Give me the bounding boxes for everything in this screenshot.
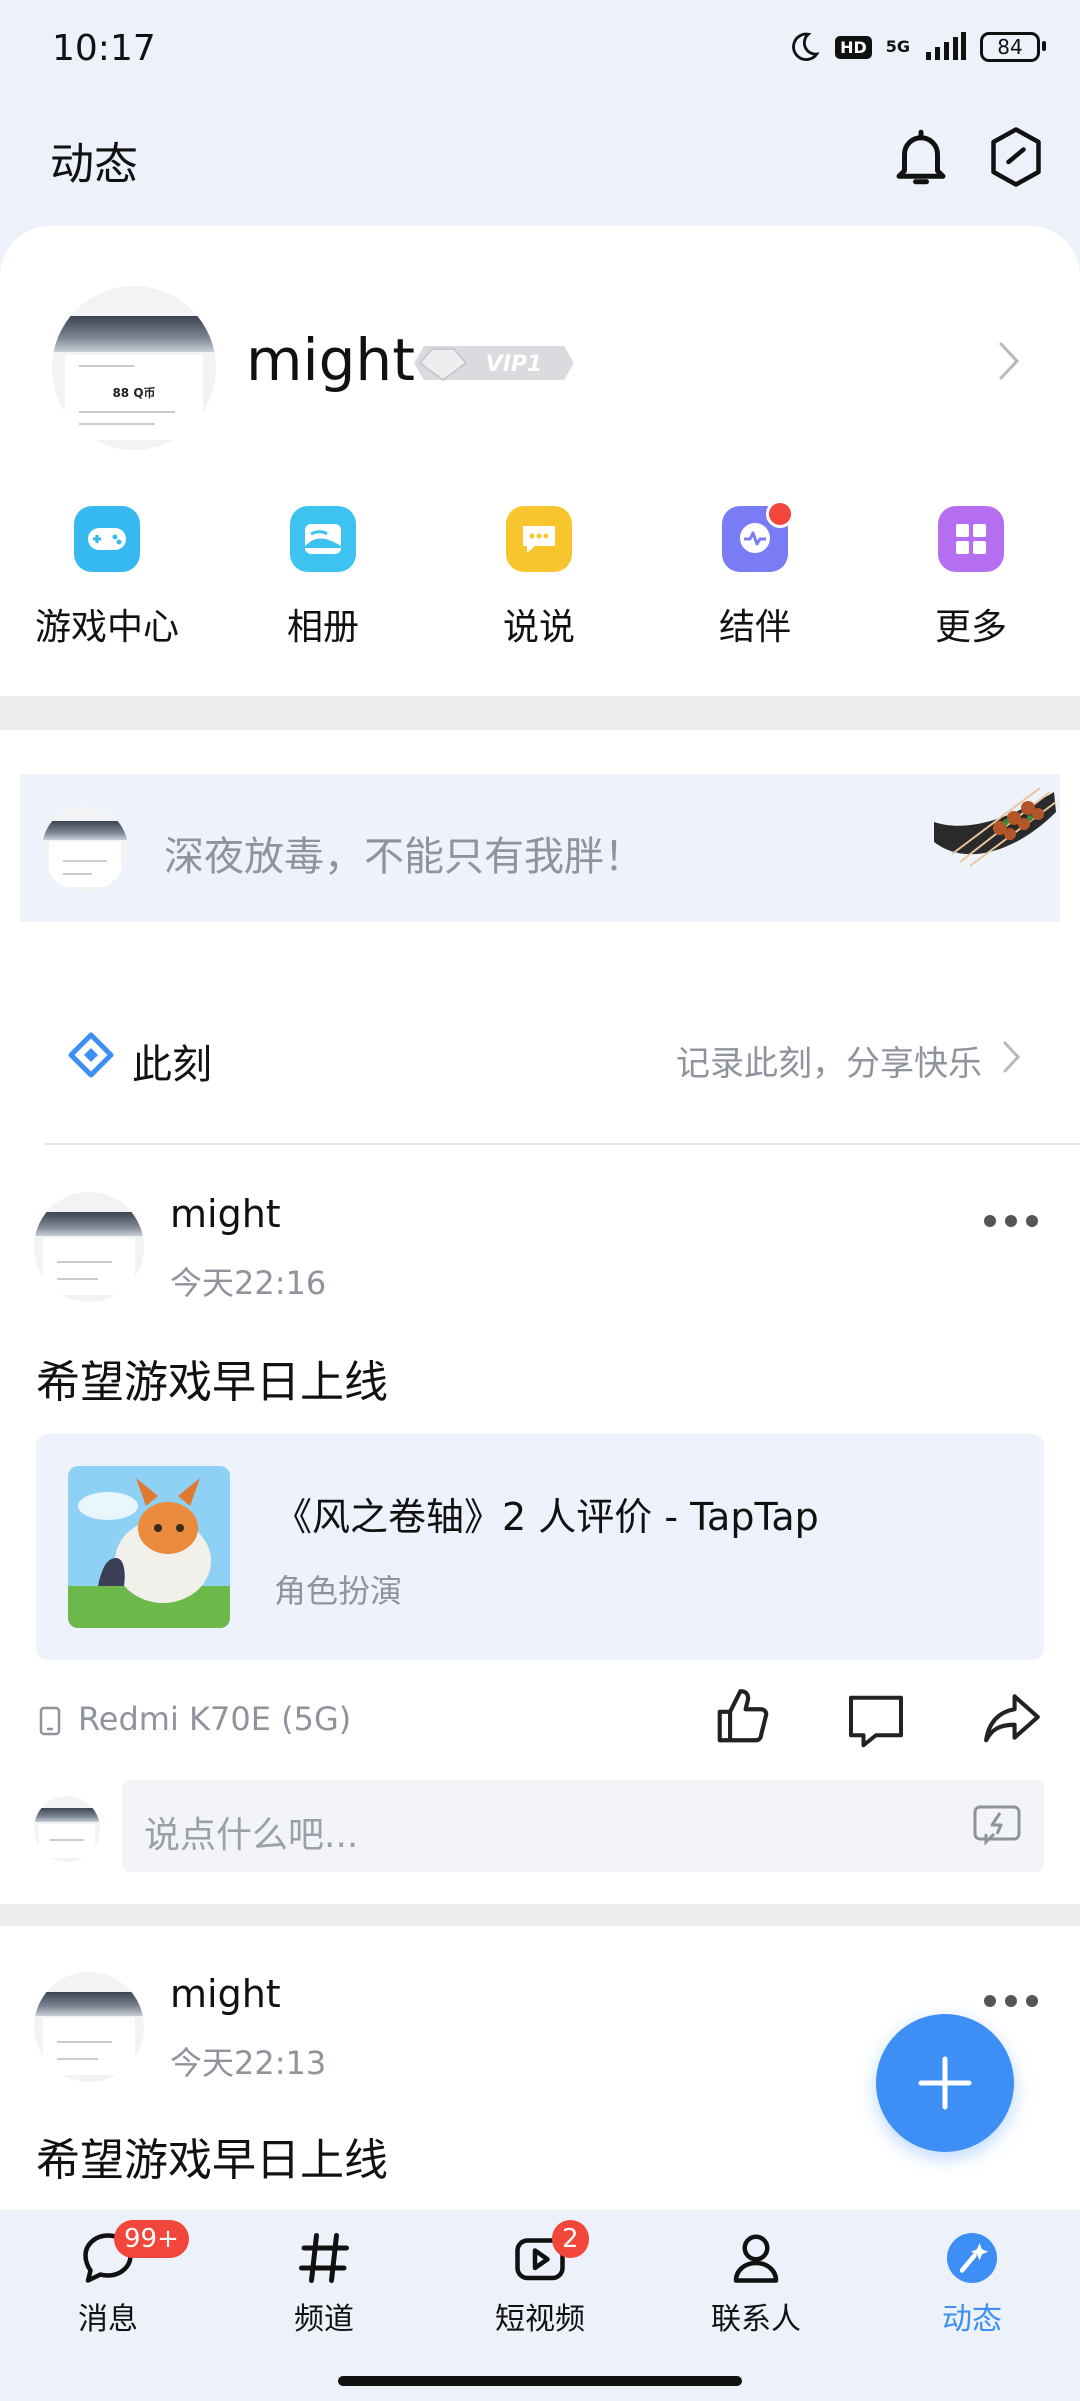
tab-short-video[interactable]: 2 短视频 xyxy=(460,2220,620,2338)
unread-badge: 99+ xyxy=(114,2220,189,2258)
avatar-amount: 88 Q币 xyxy=(112,385,156,400)
moment-hint[interactable]: 记录此刻，分享快乐 xyxy=(676,1036,982,1085)
quick-action-album[interactable]: 相册 xyxy=(243,506,403,650)
post-author[interactable]: might xyxy=(170,1972,281,2016)
signal-icon xyxy=(926,32,966,60)
more-options-icon[interactable] xyxy=(984,1214,1038,1228)
battery-indicator: 84 xyxy=(980,32,1046,62)
post-avatar[interactable] xyxy=(34,1972,144,2082)
vip-label: VIP1 xyxy=(486,352,543,377)
moment-title[interactable]: 此刻 xyxy=(132,1032,212,1090)
quick-action-label: 更多 xyxy=(934,607,1007,648)
status-time: 10:17 xyxy=(52,28,156,69)
section-divider xyxy=(0,696,1080,730)
quick-action-label: 游戏中心 xyxy=(34,607,179,648)
moon-icon xyxy=(792,32,820,61)
quick-action-more[interactable]: 更多 xyxy=(891,506,1051,650)
avatar[interactable]: 88 Q币 xyxy=(52,286,216,450)
quick-action-label: 结伴 xyxy=(718,607,791,648)
tab-channels[interactable]: 频道 xyxy=(244,2228,404,2338)
tab-label: 频道 xyxy=(294,2302,354,2337)
bell-icon[interactable] xyxy=(888,124,954,190)
quick-action-game-center[interactable]: 游戏中心 xyxy=(27,506,187,650)
share-icon[interactable] xyxy=(980,1686,1044,1748)
post-time: 今天22:13 xyxy=(170,2044,327,2082)
gamepad-icon xyxy=(74,506,140,572)
person-icon xyxy=(726,2228,786,2288)
divider xyxy=(44,1143,1080,1145)
avatar xyxy=(34,1796,100,1862)
quick-action-shuoshuo[interactable]: 说说 xyxy=(459,506,619,650)
link-title: 《风之卷轴》2 人评价 - TapTap xyxy=(274,1495,819,1539)
post-avatar[interactable] xyxy=(34,1192,144,1302)
home-indicator[interactable] xyxy=(338,2376,742,2386)
tab-moments[interactable]: 动态 xyxy=(892,2228,1052,2338)
moment-icon xyxy=(68,1032,114,1078)
status-icons: HD 5G 84 xyxy=(787,30,1046,64)
tab-label: 短视频 xyxy=(495,2302,585,2337)
tab-contacts[interactable]: 联系人 xyxy=(676,2228,836,2338)
settings-hex-icon[interactable] xyxy=(986,124,1046,190)
comment-icon[interactable] xyxy=(846,1690,906,1748)
post-text: 希望游戏早日上线 xyxy=(36,2135,388,2186)
page-title: 动态 xyxy=(50,139,138,190)
quick-action-label: 说说 xyxy=(502,607,575,648)
chevron-right-icon[interactable] xyxy=(1002,1040,1022,1074)
post-time: 今天22:16 xyxy=(170,1264,327,1302)
video-play-icon: 2 xyxy=(510,2220,589,2288)
network-type: 5G xyxy=(885,37,910,56)
album-icon xyxy=(290,506,356,572)
add-post-button[interactable] xyxy=(876,2014,1014,2152)
post-author[interactable]: might xyxy=(170,1192,281,1236)
mood-prompt-text: 深夜放毒，不能只有我胖！ xyxy=(164,834,644,880)
moments-star-icon xyxy=(942,2228,1002,2288)
vip-badge[interactable]: VIP1 xyxy=(414,342,574,384)
post-text: 希望游戏早日上线 xyxy=(36,1357,388,1408)
chevron-right-icon[interactable] xyxy=(996,340,1022,382)
link-subtitle: 角色扮演 xyxy=(274,1572,403,1610)
tab-label: 联系人 xyxy=(711,2302,801,2337)
tab-label: 消息 xyxy=(78,2302,138,2337)
chat-bubble-icon xyxy=(506,506,572,572)
tab-label: 动态 xyxy=(942,2302,1002,2337)
tab-messages[interactable]: 99+ 消息 xyxy=(28,2220,189,2338)
grid-icon xyxy=(938,506,1004,572)
profile-name[interactable]: might xyxy=(246,326,415,394)
comment-placeholder: 说点什么吧... xyxy=(144,1815,359,1856)
quick-action-companion[interactable]: 结伴 xyxy=(675,500,835,650)
device-label: Redmi K70E (5G) xyxy=(78,1700,352,1738)
companion-icon xyxy=(722,500,794,572)
unread-badge: 2 xyxy=(552,2220,589,2258)
message-bubble-icon: 99+ xyxy=(78,2220,189,2288)
hd-badge: HD xyxy=(835,35,872,59)
like-icon[interactable] xyxy=(712,1686,774,1748)
hashtag-icon xyxy=(294,2228,354,2288)
more-options-icon[interactable] xyxy=(984,1994,1038,2008)
game-cover-image xyxy=(68,1466,230,1628)
sticker-icon[interactable] xyxy=(972,1804,1022,1848)
skewer-food-image xyxy=(934,787,1057,867)
new-dot xyxy=(766,500,794,528)
phone-icon xyxy=(39,1706,61,1736)
quick-action-label: 相册 xyxy=(286,607,359,648)
section-divider xyxy=(0,1904,1080,1926)
avatar xyxy=(42,806,128,892)
plus-icon xyxy=(918,2056,972,2110)
